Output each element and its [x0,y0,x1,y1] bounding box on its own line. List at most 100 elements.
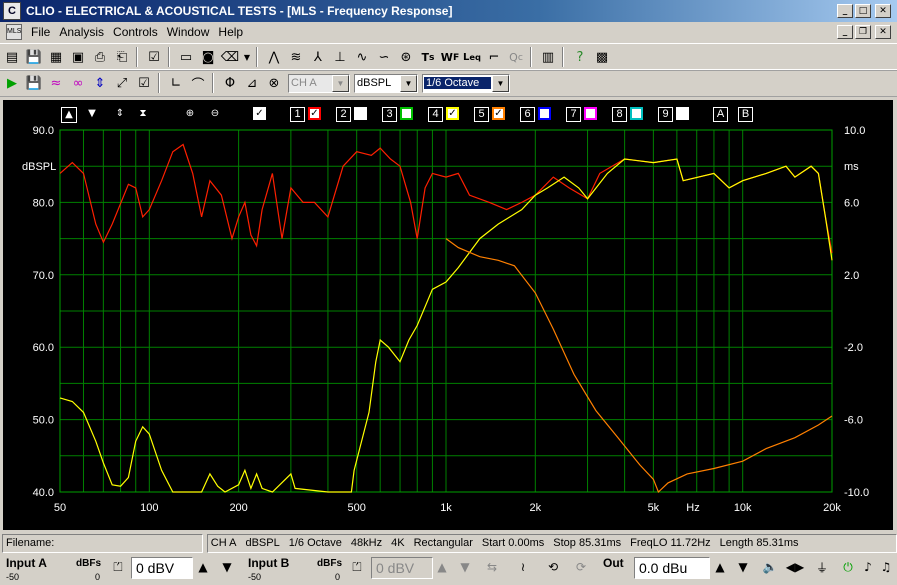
chevron-down-icon[interactable]: ▼ [400,74,417,92]
phase-icon[interactable]: Φ [220,73,240,93]
save-measurement-icon[interactable]: 💾 [24,73,44,93]
unit-select-value: dBSPL [357,77,392,89]
output-level-field[interactable]: 0.0 dBu [634,557,710,579]
smoothing-select-value: 1/6 Octave [424,77,491,89]
input-b-meter-icon[interactable]: ⏍ [347,557,367,577]
step-response-icon[interactable]: ⌐ [484,47,504,67]
frequency-response-chart[interactable]: 40.0 50.0 60.0 70.0 80.0 90.0 -10.0 -6.0 -2.0 2.0… [3,100,893,530]
input-a-range-field[interactable]: 0 dBV [131,557,193,579]
open-project-icon[interactable]: ▤ [2,47,22,67]
input-b-link-icon[interactable]: ⇆ [482,557,502,577]
maximize-button[interactable]: □ [855,4,871,18]
about-icon[interactable]: ▩ [592,47,612,67]
input-b-up-icon[interactable]: ▲ [432,557,452,577]
loop-output-icon[interactable]: ⟲ [543,557,563,577]
mdi-restore-button[interactable]: ❐ [855,25,871,39]
ts-parameters-icon[interactable]: Ts [418,47,438,67]
wow-flutter-icon[interactable]: WF [440,47,460,67]
fft-icon[interactable]: ⋀ [264,47,284,67]
y-tick-label: 70.0 [33,270,54,282]
save-icon[interactable]: 💾 [24,47,44,67]
unit-select[interactable]: dBSPL ▼ [354,73,418,93]
generator-wave-icon[interactable]: ≀ [513,557,533,577]
channel-select[interactable]: CH A ▼ [288,73,350,93]
sweep-icon[interactable]: ∽ [374,47,394,67]
input-a-zero: 0 [95,572,101,582]
y2-tick-label: -2.0 [844,342,863,354]
phantom-icon[interactable]: ⏚ [812,557,832,577]
title-bar: C CLIO - ELECTRICAL & ACOUSTICAL TESTS -… [0,0,897,22]
chevron-down-icon[interactable]: ▼ [492,74,509,92]
curve-icon[interactable]: ⌒ [188,73,208,93]
menu-analysis[interactable]: Analysis [59,25,104,39]
speaker-icon[interactable]: 🔈 [760,557,780,577]
mls-icon[interactable]: ∿ [352,47,372,67]
clio-app-icon[interactable]: C [3,2,21,20]
leq-icon[interactable]: Leq [462,47,482,67]
multimeter-icon[interactable]: ▭ [176,47,196,67]
out-down-icon[interactable]: ▼ [733,557,753,577]
eraser-icon[interactable]: ⌫ [220,47,240,67]
mic-a-icon[interactable]: ♪ [858,557,878,577]
status-window: Rectangular [413,537,473,549]
chevron-down-icon[interactable]: ▼ [332,74,349,92]
menu-help[interactable]: Help [218,25,243,39]
smoothing-select[interactable]: 1/6 Octave ▼ [422,73,510,93]
input-a-meter-icon[interactable]: ⏍ [108,557,128,577]
close-button[interactable]: ✕ [875,4,891,18]
settings-check-icon[interactable]: ☑ [134,73,154,93]
input-b-down-icon[interactable]: ▼ [455,557,475,577]
quality-control-icon[interactable]: Qc [506,47,526,67]
input-a-down-icon[interactable]: ▼ [217,557,237,577]
main-toolbar: ▤ 💾 ▦ ▣ ⎙ ⎗ ☑ ▭ ◙ ⌫ ▼ ⋀ ≋ ⅄ ⊥ ∿ ∽ ⊛ Ts W… [0,43,897,71]
menu-window[interactable]: Window [167,25,210,39]
x-tick-label: 10k [734,502,752,514]
status-stop: Stop 85.31ms [553,537,622,549]
mdi-close-button[interactable]: ✕ [875,25,891,39]
minimize-button[interactable]: _ [837,4,853,18]
polar-icon[interactable]: ⊛ [396,47,416,67]
input-b-label: Input B [248,556,290,570]
mic-b-icon[interactable]: ♫ [876,557,896,577]
overlay-icon[interactable]: ≈ [46,73,66,93]
save-setup-icon[interactable]: ▣ [68,47,88,67]
print-icon[interactable]: ⎙ [90,47,110,67]
output-link-icon[interactable]: ⟳ [571,557,591,577]
mdi-minimize-button[interactable]: _ [837,25,853,39]
left-right-icon[interactable]: ◀▶ [785,557,805,577]
menu-file[interactable]: File [31,25,50,39]
status-size: 4K [391,537,405,549]
measurement-toolbar: ▶ 💾 ≈ ∞ ⇕ ⤢ ☑ ∟ ⌒ Φ ⊿ ⊗ CH A ▼ dBSPL ▼ 1… [0,69,897,97]
impulse-icon[interactable]: ⅄ [308,47,328,67]
out-label: Out [603,556,624,570]
group-delay-icon[interactable]: ⊿ [242,73,262,93]
print-preview-icon[interactable]: ⎗ [112,47,132,67]
y2-tick-label: 6.0 [844,197,859,209]
camera-icon[interactable]: ◙ [198,47,218,67]
mic-power-icon[interactable]: ⏻ [838,557,858,577]
menu-controls[interactable]: Controls [113,25,158,39]
document-system-icon[interactable]: MLS [6,24,22,40]
status-rate: 48kHz [350,537,383,549]
input-b-range-field[interactable]: 0 dBV [371,557,433,579]
help-icon[interactable]: ? [570,47,590,67]
go-play-icon[interactable]: ▶ [2,73,22,93]
input-a-up-icon[interactable]: ▲ [193,557,213,577]
input-b-zero: 0 [335,572,341,582]
loop-icon[interactable]: ∞ [68,73,88,93]
notes-icon[interactable]: ☑ [144,47,164,67]
dropdown-arrow-icon[interactable]: ▼ [242,47,252,67]
out-up-icon[interactable]: ▲ [710,557,730,577]
y2-tick-label: -10.0 [844,487,869,499]
fit-icon[interactable]: ⤢ [112,73,132,93]
y-tick-label: 40.0 [33,487,54,499]
waterfall-icon[interactable]: ≋ [286,47,306,67]
monitor-icon[interactable]: ▥ [538,47,558,67]
autoscale-icon[interactable]: ⇕ [90,73,110,93]
status-bar: Filename: CH A dBSPL 1/6 Octave 48kHz 4K… [0,532,897,554]
y2-tick-label: -6.0 [844,415,863,427]
axis-icon[interactable]: ∟ [166,73,186,93]
save-all-icon[interactable]: ▦ [46,47,66,67]
impedance-icon[interactable]: ⊗ [264,73,284,93]
sinusoidal-icon[interactable]: ⊥ [330,47,350,67]
